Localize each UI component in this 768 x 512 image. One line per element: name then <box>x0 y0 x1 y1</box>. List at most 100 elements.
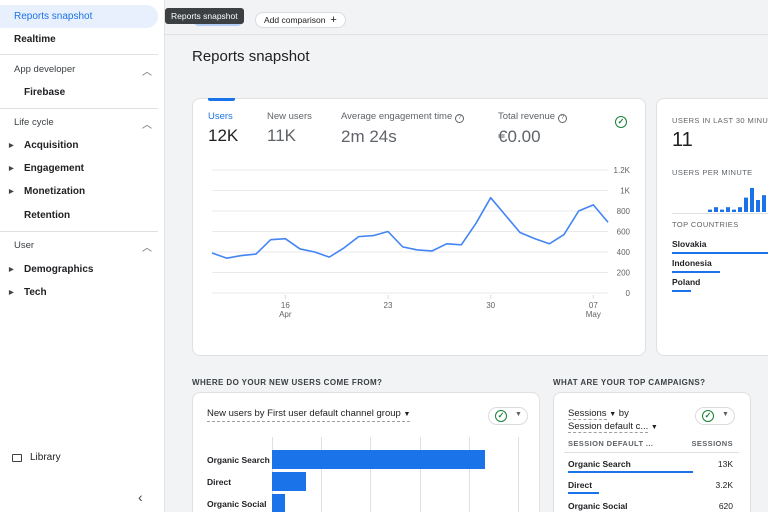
dropdown-arrow-icon: ▼ <box>515 411 522 418</box>
minute-bar[interactable] <box>726 207 730 212</box>
campaign-share-bar <box>568 471 693 473</box>
nav-retention[interactable]: Retention <box>0 204 158 227</box>
x-tick-label: 07 <box>589 301 598 310</box>
section-life-cycle[interactable]: Life cycle ︿ <box>14 117 152 131</box>
campaign-row-name[interactable]: Organic Search <box>568 459 631 469</box>
nav-firebase[interactable]: Firebase <box>0 81 158 104</box>
divider <box>0 108 158 109</box>
data-point[interactable] <box>254 252 258 256</box>
metric-tab-users[interactable]: Users 12K <box>208 111 238 146</box>
data-point[interactable] <box>562 233 566 237</box>
x-tick-month-label: Apr <box>279 310 292 319</box>
dropdown-arrow-icon: ▼ <box>650 424 658 431</box>
new-users-dimension-dropdown[interactable]: New users by First user default channel … <box>207 408 411 422</box>
users-series-line[interactable] <box>211 196 609 259</box>
data-point[interactable] <box>518 231 522 235</box>
y-tick-label: 400 <box>617 248 631 257</box>
caret-right-icon: ▶ <box>9 267 14 273</box>
collapse-sidebar-icon[interactable]: ‹ <box>138 489 143 505</box>
minute-bar[interactable] <box>708 209 712 212</box>
data-point[interactable] <box>533 237 537 241</box>
data-point[interactable] <box>240 254 244 258</box>
data-point[interactable] <box>269 238 273 242</box>
data-point[interactable] <box>592 203 596 207</box>
x-tick-label: 16 <box>281 301 290 310</box>
dropdown-arrow-icon: ▼ <box>403 411 411 418</box>
chevron-up-icon: ︿ <box>142 120 152 131</box>
minute-bar[interactable] <box>750 188 754 212</box>
data-point[interactable] <box>577 209 581 213</box>
section-user[interactable]: User ︿ <box>14 240 152 254</box>
metric-tab-new-users[interactable]: New users 11K <box>267 111 312 146</box>
y-tick-label: 800 <box>617 207 631 216</box>
country-share-bar <box>672 290 692 292</box>
help-icon[interactable]: ? <box>558 114 568 123</box>
campaign-row-name[interactable]: Organic Social <box>568 501 628 511</box>
data-point[interactable] <box>210 251 214 255</box>
column-header-dimension[interactable]: SESSION DEFAULT ... <box>568 439 653 448</box>
data-point[interactable] <box>298 247 302 251</box>
minute-bar[interactable] <box>732 209 736 212</box>
nav-realtime[interactable]: Realtime <box>0 28 158 51</box>
nav-library[interactable]: Library <box>12 452 61 463</box>
campaigns-metric-dropdown[interactable]: Sessions ▼ by Session default c... ▼ <box>568 408 658 434</box>
data-point[interactable] <box>489 196 493 200</box>
channel-bar[interactable] <box>272 472 307 491</box>
compare-pill[interactable]: ✓ ▼ <box>695 407 735 425</box>
divider <box>0 231 158 232</box>
compare-pill[interactable]: ✓ ▼ <box>488 407 528 425</box>
help-icon[interactable]: ? <box>455 114 465 123</box>
minute-bar[interactable] <box>714 207 718 212</box>
country-share-bar <box>672 252 768 254</box>
nav-demographics[interactable]: ▶ Demographics <box>0 258 158 281</box>
data-point[interactable] <box>386 230 390 234</box>
nav-reports-snapshot[interactable]: Reports snapshot <box>0 5 158 28</box>
metric-tab-total-revenue[interactable]: Total revenue? €0.00 <box>498 111 568 147</box>
data-point[interactable] <box>548 242 552 246</box>
channel-label: Direct <box>207 477 232 487</box>
data-point[interactable] <box>504 213 508 217</box>
data-point[interactable] <box>357 235 361 239</box>
data-point[interactable] <box>430 249 434 253</box>
add-comparison-button[interactable]: Add comparison + <box>255 12 346 28</box>
page-title: Reports snapshot <box>192 48 310 65</box>
data-point[interactable] <box>342 246 346 250</box>
campaign-row-name[interactable]: Direct <box>568 480 592 490</box>
data-point[interactable] <box>313 250 317 254</box>
minute-bar[interactable] <box>738 207 742 212</box>
data-point[interactable] <box>328 255 332 259</box>
caret-right-icon: ▶ <box>9 166 14 172</box>
check-circle-icon: ✓ <box>702 410 714 422</box>
data-point[interactable] <box>445 242 449 246</box>
minute-bar[interactable] <box>756 200 760 212</box>
campaign-row-value: 3.2K <box>715 480 734 490</box>
x-tick-label: 23 <box>384 301 393 310</box>
nav-tech[interactable]: ▶ Tech <box>0 281 158 304</box>
channel-label: Organic Search <box>207 455 270 465</box>
y-tick-label: 1K <box>620 187 630 196</box>
metric-tab-engagement-time[interactable]: Average engagement time? 2m 24s <box>341 111 465 147</box>
realtime-users-value: 11 <box>672 129 693 151</box>
data-point[interactable] <box>460 243 464 247</box>
nav-monetization[interactable]: ▶ Monetization <box>0 180 158 203</box>
minute-bar[interactable] <box>720 209 724 212</box>
check-circle-icon[interactable]: ✓ <box>615 116 627 128</box>
country-name: Indonesia <box>672 258 712 268</box>
data-point[interactable] <box>416 248 420 252</box>
data-point[interactable] <box>284 237 288 241</box>
nav-acquisition[interactable]: ▶ Acquisition <box>0 134 158 157</box>
column-header-sessions[interactable]: SESSIONS <box>691 439 733 448</box>
data-point[interactable] <box>401 245 405 249</box>
data-point[interactable] <box>606 220 610 224</box>
data-point[interactable] <box>372 234 376 238</box>
nav-engagement[interactable]: ▶ Engagement <box>0 157 158 180</box>
minute-bar[interactable] <box>744 197 748 212</box>
minute-bar[interactable] <box>762 195 766 212</box>
check-circle-icon: ✓ <box>495 410 507 422</box>
section-app-developer[interactable]: App developer ︿ <box>14 64 152 78</box>
data-point[interactable] <box>225 256 229 260</box>
channel-bar[interactable] <box>272 494 285 512</box>
channel-bar[interactable] <box>272 450 485 469</box>
data-point[interactable] <box>474 222 478 226</box>
plus-icon: + <box>330 14 337 26</box>
